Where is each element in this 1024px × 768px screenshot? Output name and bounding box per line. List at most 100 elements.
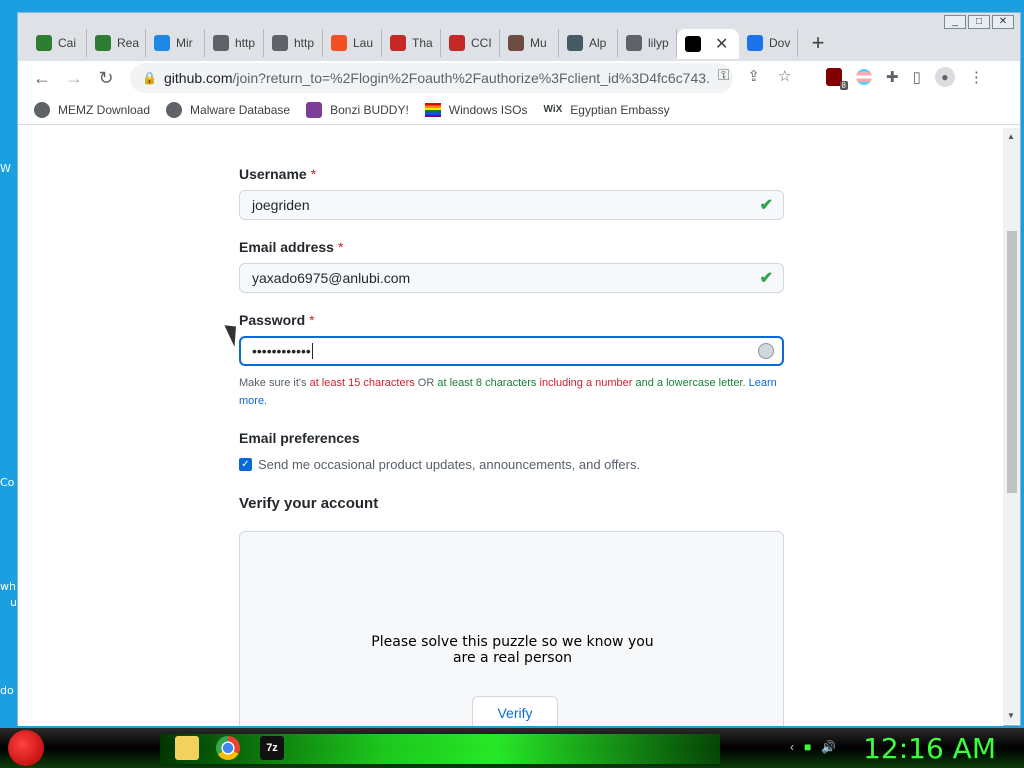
7zip-icon[interactable]: 7z [260,736,284,760]
minimize-button[interactable]: _ [944,15,966,29]
mu-icon [508,35,524,51]
verify-button[interactable]: Verify [472,696,558,726]
bookmark-label: MEMZ Download [58,102,151,117]
alp-icon [567,35,583,51]
browser-tab[interactable]: Lau [323,29,382,57]
bookmark-item[interactable]: WiX Egyptian Embassy [543,102,669,118]
file-explorer-icon[interactable] [175,736,199,760]
tab-label: CCI [471,36,492,50]
scroll-up-icon[interactable]: ▲ [1007,132,1015,141]
url-host: github.com [164,70,233,86]
side-panel-icon[interactable]: ▯ [913,68,921,86]
tab-strip: _ □ ✕ Cai Rea Mir http http Lau Tha CCI Mu Alp lil… [18,13,1020,61]
username-field[interactable]: joegriden ✔ [239,190,784,220]
tab-label: Lau [353,36,374,50]
bonzi-icon [306,101,323,118]
scroll-thumb[interactable] [1007,231,1017,493]
page-content: Username * joegriden ✔ Email address * yaxa… [18,128,1003,726]
prefs-checkbox-label[interactable]: Send me occasional product updates, anno… [258,457,640,472]
start-button-angry-bird-icon[interactable] [8,730,44,766]
ublock-badge: 8 [839,81,848,90]
browser-tab[interactable]: CCI [441,29,500,57]
globe-icon [166,101,183,118]
browser-tab[interactable]: Mu [500,29,559,57]
bookmark-label: Windows ISOs [448,102,528,117]
bookmark-item[interactable]: MEMZ Download [34,101,151,118]
email-preferences-option[interactable]: ✓ Send me occasional product updates, an… [239,457,640,472]
desktop-fragment: Co [0,476,15,489]
maximize-button[interactable]: □ [968,15,990,29]
lock-icon[interactable]: 🔒 [142,71,158,85]
green-square-icon [95,35,111,51]
tab-label: Tha [412,36,433,50]
tab-label: Dov [769,36,791,50]
tray-arrow-icon[interactable]: ‹ [790,740,794,754]
captcha-panel: Please solve this puzzle so we know you a… [239,531,784,726]
browser-tab[interactable]: Alp [559,29,618,57]
taskbar-clock[interactable]: 12:16 AM [863,732,996,765]
required-asterisk: * [309,312,315,328]
email-label: Email address * [239,239,344,255]
browser-tab[interactable]: Cai [28,29,87,57]
bookmark-item[interactable]: Bonzi BUDDY! [306,101,409,118]
share-icon[interactable]: ⇪ [747,67,760,85]
bookmarks-bar: MEMZ Download Malware Database Bonzi BUDDY… [18,95,1020,125]
browser-tab[interactable]: lilyp [618,29,677,57]
puzzle-extensions-icon[interactable]: ✚ [886,68,899,86]
reload-button[interactable]: ↻ [90,68,122,89]
password-value: •••••••••••• [252,343,311,359]
tha-icon [390,35,406,51]
profile-avatar[interactable]: ● [934,67,955,87]
ublock-icon[interactable]: 8 [826,68,848,90]
chrome-icon[interactable] [216,736,240,760]
close-tab-icon[interactable]: ✕ [715,34,728,54]
browser-tab[interactable]: http [264,29,323,57]
url-text[interactable]: github.com/join?return_to=%2Flogin%2Foau… [164,70,709,86]
password-label: Password * [239,312,315,328]
email-preferences-label: Email preferences [239,430,360,446]
taskbar-glow [160,734,720,764]
username-value: joegriden [252,197,310,213]
forward-button[interactable]: → [58,68,90,89]
password-hint: Make sure it's at least 15 characters OR… [239,377,777,407]
back-button[interactable]: ← [26,68,58,89]
close-window-button[interactable]: ✕ [992,15,1014,29]
desktop-fragment: u [10,596,17,609]
username-label: Username * [239,166,317,182]
page-scrollbar[interactable]: ▲ ▼ [1003,128,1020,724]
trans-flag-extension-icon[interactable] [856,69,872,85]
bookmark-star-icon[interactable]: ☆ [778,67,791,85]
browser-tab[interactable]: http [205,29,264,57]
browser-tab[interactable]: ✕ [677,29,739,59]
verify-heading: Verify your account [239,495,379,512]
green-square-icon [36,35,52,51]
browser-tab[interactable]: Dov [739,29,798,57]
scroll-down-icon[interactable]: ▼ [1007,711,1015,720]
key-icon[interactable]: ⚿ [718,67,729,85]
extensions: 8 ✚ ▯ ● ⋮ [826,67,984,90]
rainbow-flag-icon [424,102,441,117]
new-tab-button[interactable]: + [798,30,838,56]
desktop-fragment: do [0,684,14,697]
browser-tab[interactable]: Mir [146,29,205,57]
browser-tab[interactable]: Rea [87,29,146,57]
captcha-prompt: Please solve this puzzle so we know you a… [371,634,654,666]
kebab-menu-icon[interactable]: ⋮ [969,68,984,86]
required-asterisk: * [337,239,344,255]
bookmark-item[interactable]: Malware Database [166,101,290,118]
taskbar: 7z ‹ ■ 🔊 12:16 AM [0,728,1024,768]
email-value: yaxado6975@anlubi.com [252,270,411,286]
password-manager-icon[interactable] [758,343,774,359]
system-tray: ‹ ■ 🔊 [790,740,836,754]
password-field[interactable]: •••••••••••• [239,336,784,366]
bookmark-item[interactable]: Windows ISOs [424,102,528,117]
network-icon[interactable]: ■ [804,740,811,754]
checkbox-checked-icon[interactable]: ✓ [239,458,252,471]
browser-tab[interactable]: Tha [382,29,441,57]
wix-icon: WiX [543,104,563,115]
tab-label: Rea [117,36,140,50]
volume-icon[interactable]: 🔊 [821,740,836,754]
desktop-fragment: wh [0,580,16,593]
address-bar[interactable]: 🔒 github.com/join?return_to=%2Flogin%2Fo… [130,63,733,93]
email-field[interactable]: yaxado6975@anlubi.com ✔ [239,263,784,293]
